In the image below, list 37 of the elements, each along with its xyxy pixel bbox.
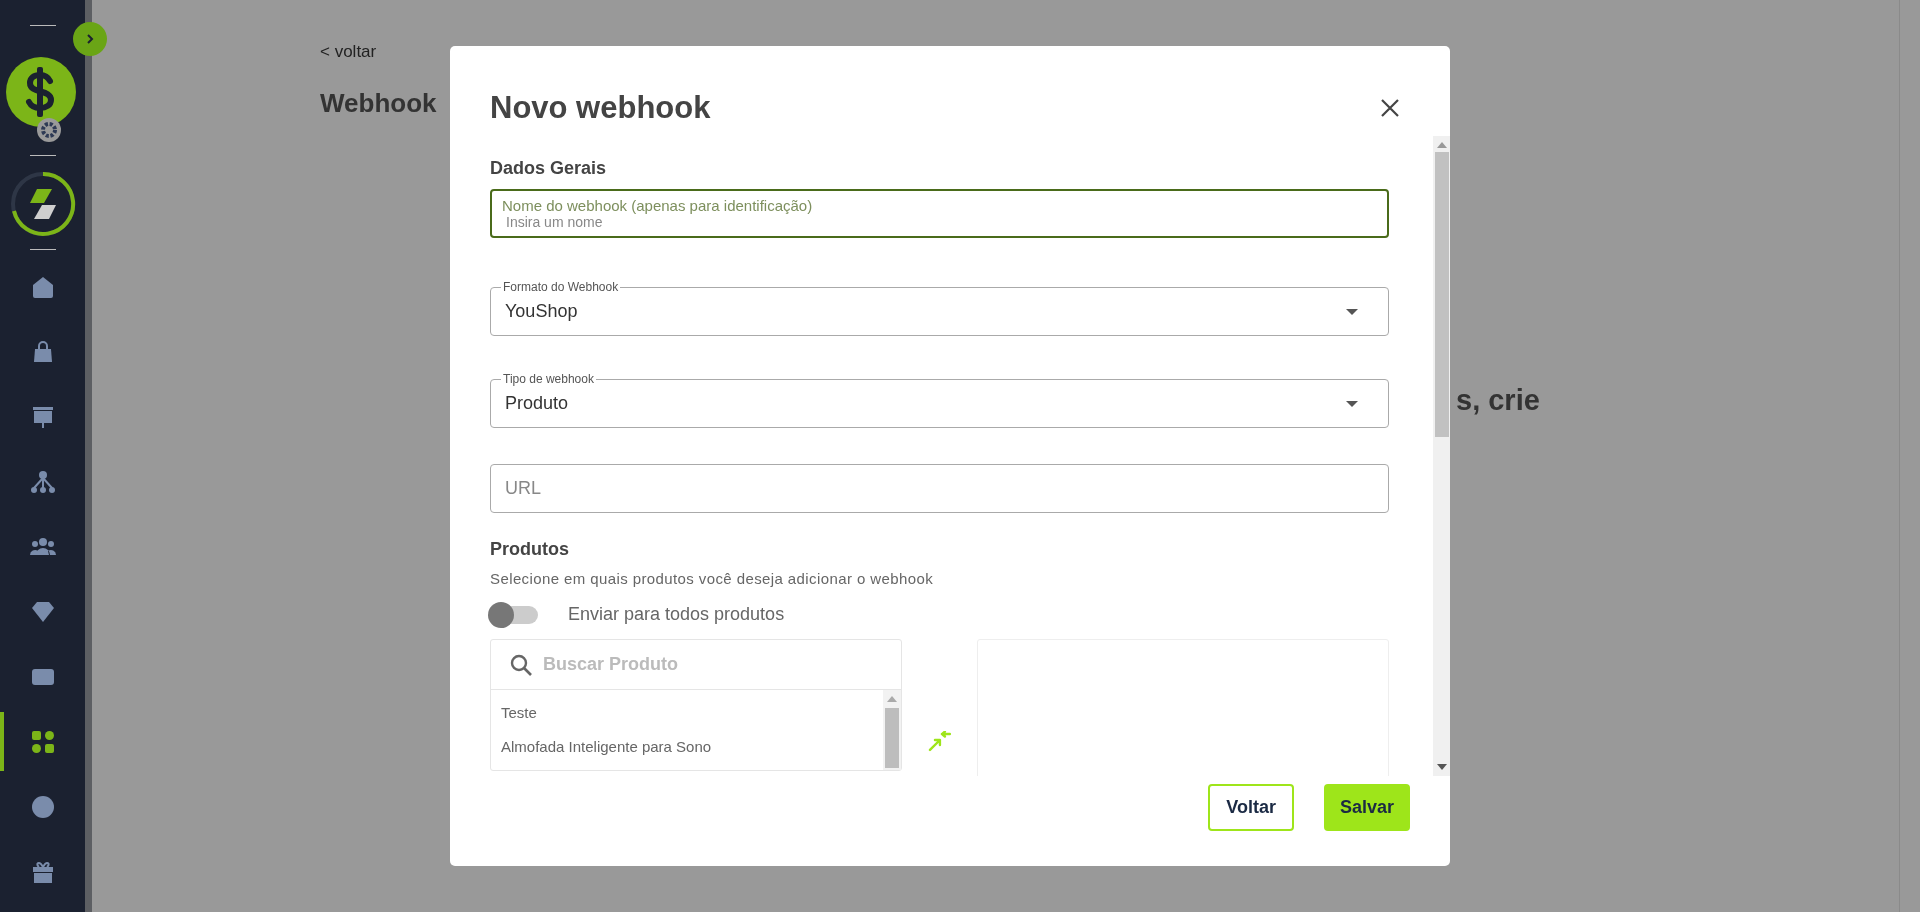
caret-icon	[1346, 400, 1358, 407]
page-title: Webhook	[320, 88, 437, 119]
back-button[interactable]: Voltar	[1208, 784, 1294, 831]
toggle-label: Enviar para todos produtos	[568, 604, 785, 625]
close-button[interactable]	[1380, 98, 1400, 118]
field-value: Produto	[505, 393, 570, 414]
save-button[interactable]: Salvar	[1323, 784, 1410, 831]
section-title: Produtos	[490, 539, 570, 560]
field-label: Formato do Webhook	[502, 280, 620, 294]
select-field[interactable]: Formato do Webhook YouShop	[490, 280, 1389, 336]
close-icon	[1380, 98, 1400, 118]
product-item[interactable]: Teste	[501, 696, 873, 730]
caret-icon	[1346, 308, 1358, 315]
field-value: YouShop	[505, 301, 579, 322]
product-item[interactable]: Almofada Inteligente para Sono	[501, 730, 873, 764]
field-placeholder: URL	[505, 478, 541, 499]
brand-logo-icon	[9, 171, 76, 237]
chevron-right-icon	[84, 33, 96, 45]
modal-scrollbar[interactable]	[1433, 136, 1450, 776]
field-label: Nome do webhook (apenas para identificação)	[502, 197, 813, 214]
input-field[interactable]: URL	[490, 464, 1389, 513]
field-label: Tipo de webhook	[502, 372, 595, 386]
back-link[interactable]: < voltar	[320, 42, 377, 62]
settings-icon[interactable]	[36, 118, 61, 142]
description-text: Selecione em quais produtos você deseja adicionar o webhook	[490, 570, 935, 587]
search-icon	[509, 652, 533, 677]
field-placeholder: Insira um nome	[506, 214, 603, 230]
input-field[interactable]: Nome do webhook (apenas para identificação) Insira um nome	[490, 189, 1389, 238]
scroll-down-icon[interactable]	[1436, 764, 1447, 770]
section-title: Dados Gerais	[490, 158, 608, 179]
dollar-logo-icon	[5, 57, 76, 127]
background-text: s, crie	[1456, 384, 1540, 417]
list-scrollbar[interactable]	[882, 690, 901, 770]
modal-title: Novo webhook	[490, 90, 711, 126]
select-field[interactable]: Tipo de webhook Produto	[490, 372, 1389, 428]
sidebar-scrollbar[interactable]	[85, 0, 92, 912]
expand-button[interactable]	[73, 22, 107, 56]
